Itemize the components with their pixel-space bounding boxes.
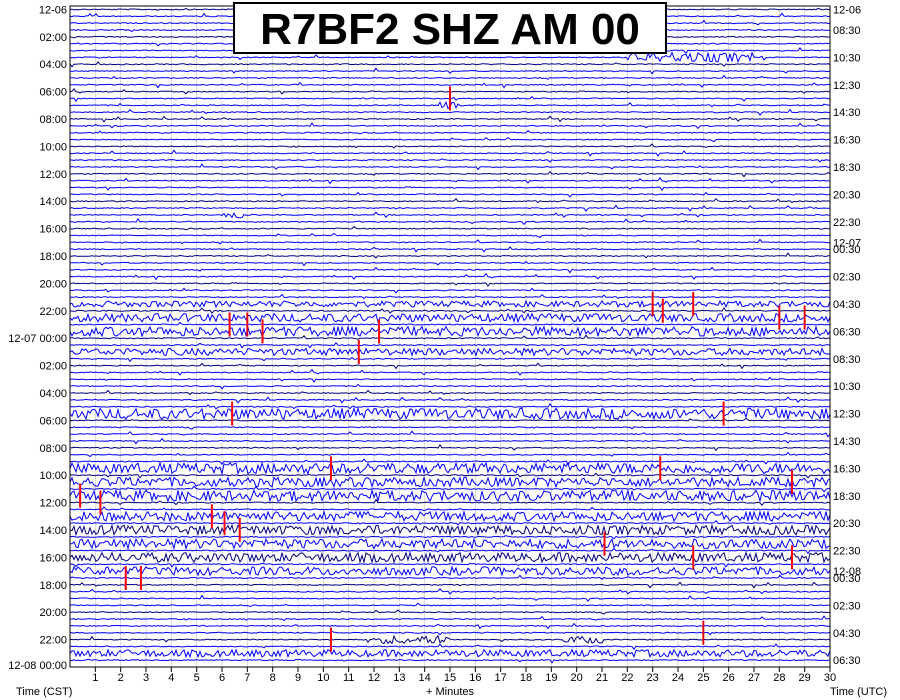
x-tick-label: 6 (219, 672, 225, 684)
x-tick-label: 12 (368, 672, 380, 684)
right-time-label: 06:30 (833, 655, 861, 667)
x-tick-label: 22 (621, 672, 633, 684)
left-time-label: 08:00 (39, 114, 67, 126)
right-time-label: 12:30 (833, 80, 861, 92)
left-time-label: 16:00 (39, 552, 67, 564)
left-time-label: 14:00 (39, 196, 67, 208)
x-tick-label: 2 (118, 672, 124, 684)
left-time-label: 02:00 (39, 361, 67, 373)
x-tick-label: 13 (393, 672, 405, 684)
left-time-label: 12:00 (39, 498, 67, 510)
right-time-label: 18:30 (833, 491, 861, 503)
right-time-label: 22:30 (833, 217, 861, 229)
left-time-label: 18:00 (39, 251, 67, 263)
right-time-label: 22:30 (833, 546, 861, 558)
x-tick-label: 29 (799, 672, 811, 684)
left-time-label: 10:00 (39, 141, 67, 153)
right-time-label: 00:30 (833, 244, 861, 256)
right-time-label: 04:30 (833, 628, 861, 640)
helicorder-chart: 1 2 3 4 5 6 7 8 9 10 11 12 13 14 15 16 17 18 19 20 21 22 23 24 2… (0, 0, 900, 700)
x-tick-label: 26 (723, 672, 735, 684)
x-tick-label: 21 (596, 672, 608, 684)
x-tick-label: 14 (419, 672, 431, 684)
left-time-label: 14:00 (39, 525, 67, 537)
left-time-label: 10:00 (39, 470, 67, 482)
x-tick-label: 25 (697, 672, 709, 684)
right-time-label: 00:30 (833, 573, 861, 585)
right-time-label: 12-06 (833, 4, 861, 16)
right-time-label: 18:30 (833, 162, 861, 174)
x-tick-label: 16 (469, 672, 481, 684)
chart-title: R7BF2 SHZ AM 00 (260, 5, 640, 54)
left-time-label: 12-07 00:00 (8, 333, 67, 345)
right-time-label: 20:30 (833, 518, 861, 530)
left-time-label: 06:00 (39, 415, 67, 427)
x-tick-label: 18 (520, 672, 532, 684)
right-time-label: 08:30 (833, 25, 861, 37)
x-tick-label: 8 (270, 672, 276, 684)
left-time-label: 20:00 (39, 607, 67, 619)
x-tick-label: 28 (773, 672, 785, 684)
right-time-label: 02:30 (833, 272, 861, 284)
left-time-label: 04:00 (39, 59, 67, 71)
x-tick-label: 5 (194, 672, 200, 684)
left-time-label: 08:00 (39, 443, 67, 455)
left-time-label: 22:00 (39, 635, 67, 647)
x-tick-label: 27 (748, 672, 760, 684)
left-time-label: 06:00 (39, 87, 67, 99)
x-tick-label: 11 (343, 672, 354, 684)
x-tick-label: 19 (545, 672, 557, 684)
left-axis-label: Time (CST) (16, 686, 72, 698)
left-time-label: 18:00 (39, 580, 67, 592)
x-tick-label: 17 (495, 672, 507, 684)
right-time-label: 04:30 (833, 299, 861, 311)
right-time-label: 10:30 (833, 52, 861, 64)
right-time-label: 16:30 (833, 135, 861, 147)
x-tick-label: 1 (92, 672, 98, 684)
x-tick-label: 7 (244, 672, 250, 684)
left-time-label: 20:00 (39, 278, 67, 290)
right-time-label: 12:30 (833, 409, 861, 421)
left-time-label: 02:00 (39, 32, 67, 44)
x-tick-label: 20 (571, 672, 583, 684)
x-tick-label: 3 (143, 672, 149, 684)
x-tick-label: 15 (444, 672, 456, 684)
left-time-label: 04:00 (39, 388, 67, 400)
right-time-label: 14:30 (833, 436, 861, 448)
right-time-label: 02:30 (833, 600, 861, 612)
x-tick-label: 23 (647, 672, 659, 684)
right-time-label: 06:30 (833, 326, 861, 338)
right-time-label: 16:30 (833, 463, 861, 475)
x-tick-label: 24 (672, 672, 684, 684)
chart-title-box: R7BF2 SHZ AM 00 (233, 2, 667, 54)
left-time-label: 12:00 (39, 169, 67, 181)
x-tick-label: 30 (824, 672, 836, 684)
left-time-label: 12-08 00:00 (8, 660, 67, 672)
x-tick-label: 10 (317, 672, 329, 684)
left-time-label: 22:00 (39, 306, 67, 318)
right-time-label: 14:30 (833, 107, 861, 119)
x-tick-label: 4 (168, 672, 174, 684)
right-time-label: 08:30 (833, 354, 861, 366)
right-axis-label: Time (UTC) (830, 686, 887, 698)
x-axis-label: + Minutes (426, 686, 474, 698)
left-time-label: 16:00 (39, 224, 67, 236)
x-tick-label: 9 (295, 672, 301, 684)
right-time-label: 20:30 (833, 189, 861, 201)
right-time-label: 10:30 (833, 381, 861, 393)
left-time-label: 12-06 (39, 4, 67, 16)
